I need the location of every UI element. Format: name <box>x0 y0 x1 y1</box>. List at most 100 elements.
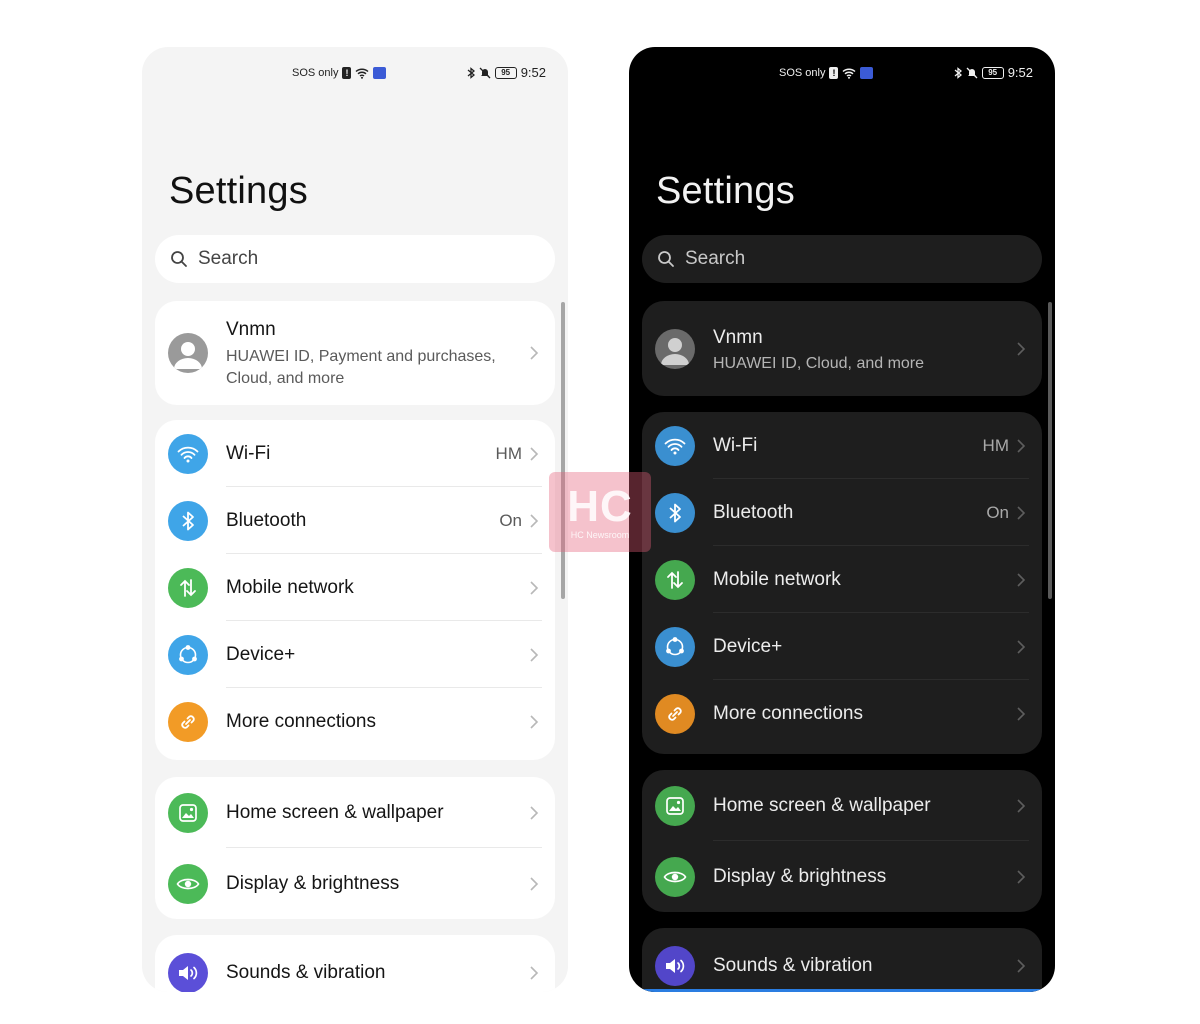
wifi-status-icon <box>355 68 369 79</box>
wifi-icon <box>168 433 208 474</box>
settings-item-label: Bluetooth <box>226 509 307 531</box>
page-title: Settings <box>169 170 308 212</box>
carrier-text: SOS only <box>292 67 339 79</box>
eye-icon <box>655 856 695 897</box>
chevron-right-icon <box>1017 959 1026 973</box>
settings-item-sounds[interactable]: Sounds & vibration <box>642 928 1042 992</box>
carrier-text: SOS only <box>779 67 826 79</box>
chevron-right-icon <box>530 805 539 820</box>
battery-indicator: 95 <box>494 66 517 79</box>
speaker-icon <box>168 953 208 992</box>
settings-item-label: Display & brightness <box>713 865 887 887</box>
settings-item-label: Home screen & wallpaper <box>226 801 444 823</box>
scrollbar[interactable] <box>561 302 565 599</box>
chevron-right-icon <box>530 714 539 729</box>
account-subtitle: HUAWEI ID, Payment and purchases, Cloud,… <box>226 348 496 387</box>
chevron-right-icon <box>530 966 539 980</box>
search-icon <box>171 251 187 267</box>
settings-item-label: More connections <box>226 710 376 732</box>
watermark-subtext: HC Newsroom <box>570 530 630 540</box>
settings-item-more-connections[interactable]: More connections <box>642 680 1042 747</box>
page-title: Settings <box>656 170 795 212</box>
link-icon <box>168 701 208 742</box>
settings-item-bluetooth[interactable]: Bluetooth On <box>155 487 555 554</box>
chevron-right-icon <box>530 876 539 891</box>
settings-item-label: Mobile network <box>713 568 841 590</box>
search-bar[interactable]: Search <box>642 235 1042 283</box>
dark-mode-screen: SOS only ! 95 9:52 Settings Search Vnmn … <box>629 47 1055 992</box>
avatar <box>655 328 695 369</box>
status-bar: SOS only ! 95 9:52 <box>629 65 1055 83</box>
connectivity-card: Wi-Fi HM Bluetooth On Mobile network Dev… <box>642 412 1042 754</box>
sound-card: Sounds & vibration <box>642 928 1042 992</box>
wifi-status-icon <box>842 68 856 79</box>
chevron-right-icon <box>1017 342 1026 356</box>
clock: 9:52 <box>1007 65 1033 80</box>
settings-item-device-plus[interactable]: Device+ <box>642 613 1042 680</box>
watermark-logo: HC HC Newsroom <box>549 472 651 552</box>
search-bar[interactable]: Search <box>155 235 555 283</box>
bluetooth-status-icon <box>467 66 475 79</box>
chevron-right-icon <box>530 446 539 461</box>
settings-item-value: HM <box>495 443 522 463</box>
chevron-right-icon <box>1017 706 1026 721</box>
settings-item-mobile-network[interactable]: Mobile network <box>642 546 1042 613</box>
status-bar: SOS only ! 95 9:52 <box>142 65 568 83</box>
chevron-right-icon <box>530 647 539 662</box>
settings-item-label: Device+ <box>226 643 296 665</box>
settings-item-label: Display & brightness <box>226 872 400 894</box>
account-card[interactable]: Vnmn HUAWEI ID, Payment and purchases, C… <box>155 301 555 405</box>
settings-item-bluetooth[interactable]: Bluetooth On <box>642 479 1042 546</box>
settings-item-wifi[interactable]: Wi-Fi HM <box>642 412 1042 479</box>
chevron-right-icon <box>1017 869 1026 884</box>
watermark-text: HC <box>567 482 633 531</box>
settings-item-label: Wi-Fi <box>226 442 271 464</box>
light-mode-screen: SOS only ! 95 9:52 Settings Search Vnmn … <box>142 47 568 992</box>
settings-item-display[interactable]: Display & brightness <box>642 841 1042 912</box>
chevron-right-icon <box>530 580 539 595</box>
wallpaper-icon <box>655 785 695 826</box>
search-placeholder: Search <box>198 248 259 269</box>
settings-item-device-plus[interactable]: Device+ <box>155 621 555 688</box>
wallpaper-icon <box>168 792 208 833</box>
clock: 9:52 <box>520 65 546 80</box>
account-name: Vnmn <box>226 319 276 340</box>
chevron-right-icon <box>1017 639 1026 654</box>
chevron-right-icon <box>1017 438 1026 453</box>
chevron-right-icon <box>1017 572 1026 587</box>
settings-item-label: Home screen & wallpaper <box>713 794 931 816</box>
bluetooth-icon <box>168 500 208 541</box>
settings-item-label: Mobile network <box>226 576 354 598</box>
avatar <box>168 333 208 373</box>
settings-item-more-connections[interactable]: More connections <box>155 688 555 755</box>
account-card[interactable]: Vnmn HUAWEI ID, Cloud, and more <box>642 301 1042 396</box>
sim-alert-icon: ! <box>829 67 839 79</box>
settings-item-home-screen[interactable]: Home screen & wallpaper <box>642 770 1042 841</box>
settings-item-mobile-network[interactable]: Mobile network <box>155 554 555 621</box>
settings-item-home-screen[interactable]: Home screen & wallpaper <box>155 777 555 848</box>
settings-item-value: On <box>499 510 522 530</box>
bluetooth-status-icon <box>954 66 962 79</box>
display-card: Home screen & wallpaper Display & bright… <box>155 777 555 919</box>
account-name: Vnmn <box>713 327 763 348</box>
display-card: Home screen & wallpaper Display & bright… <box>642 770 1042 912</box>
bottom-accent-bar <box>629 989 1055 992</box>
settings-item-wifi[interactable]: Wi-Fi HM <box>155 420 555 487</box>
settings-item-sounds[interactable]: Sounds & vibration <box>155 935 555 992</box>
chevron-right-icon <box>1017 798 1026 813</box>
search-placeholder: Search <box>685 248 746 269</box>
settings-item-label: Wi-Fi <box>713 434 758 456</box>
battery-indicator: 95 <box>981 66 1004 79</box>
account-subtitle: HUAWEI ID, Cloud, and more <box>713 355 925 372</box>
mute-icon <box>966 67 978 78</box>
settings-item-label: Sounds & vibration <box>226 962 386 983</box>
settings-item-label: Sounds & vibration <box>713 955 873 976</box>
chevron-right-icon <box>1017 505 1026 520</box>
settings-item-label: Device+ <box>713 635 783 657</box>
settings-item-label: Bluetooth <box>713 501 794 523</box>
settings-item-display[interactable]: Display & brightness <box>155 848 555 919</box>
device-plus-icon <box>168 634 208 675</box>
search-icon <box>658 251 674 267</box>
hd-icon <box>373 67 387 79</box>
scrollbar[interactable] <box>1048 302 1052 599</box>
